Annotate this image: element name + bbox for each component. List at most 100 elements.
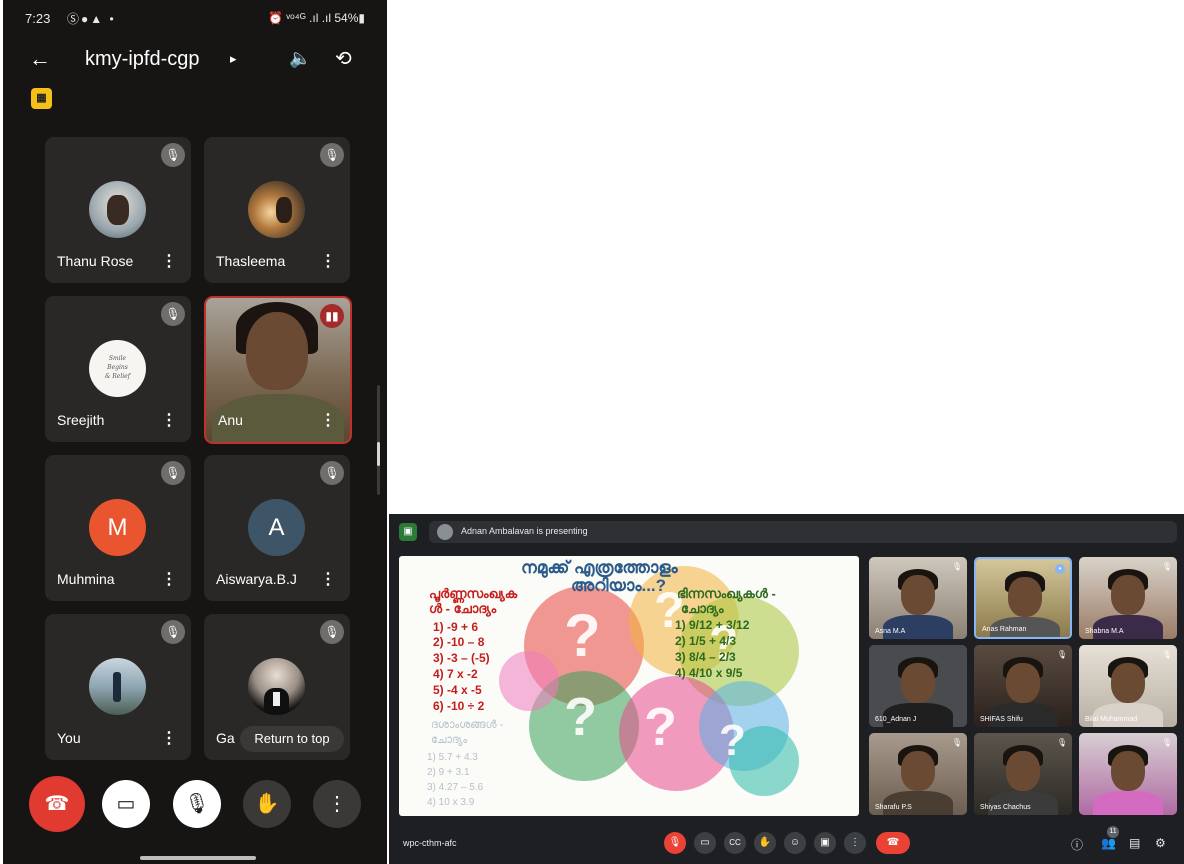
speaking-indicator-icon: ▮▮ <box>320 304 344 328</box>
phone-meet-screen: 7:23 Ⓢ●▲ • ⏰ ᵛᵒ⁴ᴳ .ıl .ıl 54%▮ ← kmy-ipf… <box>3 0 387 864</box>
present-button[interactable]: ▣ <box>814 832 836 854</box>
captions-button[interactable]: CC <box>724 832 746 854</box>
info-icon[interactable]: ⓘ <box>1071 836 1083 853</box>
speaker-icon[interactable]: 🔈 <box>289 48 311 69</box>
participant-tile[interactable]: 🎙 Smile Begins & Relief Sreejith ⋮ <box>45 296 191 442</box>
mic-toggle-button[interactable]: 🎙 <box>664 832 686 854</box>
right-question: 4) 4/10 x 9/5 <box>675 666 743 680</box>
presentation-slide: ? ? ? ? ? ? നമുക്ക് എത്രത്തോളം അറിയാം...… <box>399 556 859 816</box>
more-options-icon[interactable]: ⋮ <box>161 569 177 589</box>
video-tile[interactable]: 🎙 Shiyas Chachus <box>974 733 1072 815</box>
scrollbar-track[interactable] <box>377 385 380 495</box>
presenting-text: Adnan Ambalavan is presenting <box>461 526 588 536</box>
more-options-button[interactable]: ⋮ <box>313 780 361 828</box>
more-options-icon[interactable]: ⋮ <box>161 410 177 430</box>
back-arrow-icon[interactable]: ← <box>29 46 51 72</box>
video-tile-name: 610_Adnan J <box>875 716 917 723</box>
mic-off-icon: 🎙 <box>320 143 344 167</box>
meeting-code: wpc-cthm-afc <box>403 838 457 848</box>
presenter-avatar <box>437 524 453 540</box>
status-bar: 7:23 Ⓢ●▲ • ⏰ ᵛᵒ⁴ᴳ .ıl .ıl 54%▮ <box>3 0 387 34</box>
left-question: 1) -9 + 6 <box>433 620 479 634</box>
meet-top-bar: ▣ Adnan Ambalavan is presenting <box>389 514 1184 550</box>
video-tile[interactable]: 🎙 Bilal Muhammad <box>1079 645 1177 727</box>
participant-tile[interactable]: 🎙 Thasleema ⋮ <box>204 137 350 283</box>
return-to-top-button[interactable]: Return to top <box>240 726 344 752</box>
participant-tile[interactable]: 🎙 A Aiswarya.B.J ⋮ <box>204 455 350 601</box>
faded-question: 1) 5.7 + 4.3 <box>427 752 478 763</box>
more-options-icon[interactable]: ⋮ <box>161 251 177 271</box>
faded-heading-line2: ചോദ്യം <box>431 734 468 746</box>
right-question: 3) 8/4 – 2/3 <box>675 650 736 664</box>
more-options-icon[interactable]: ⋮ <box>320 410 336 430</box>
reactions-button[interactable]: ☺ <box>784 832 806 854</box>
video-tile-name: SHIFAS Shifu <box>980 716 1023 723</box>
chat-icon[interactable]: ▤ <box>1129 836 1140 850</box>
status-right-icons: ⏰ ᵛᵒ⁴ᴳ .ıl .ıl 54%▮ <box>267 11 365 25</box>
recording-badge-icon[interactable]: ▦ <box>31 88 52 109</box>
video-tile[interactable]: 🎙 SHIFAS Shifu <box>974 645 1072 727</box>
mic-off-icon: 🎙 <box>1056 650 1067 659</box>
left-heading-line1: പൂർണ്ണസംഖ്യക <box>429 586 518 601</box>
camera-toggle-button[interactable]: ▭ <box>694 832 716 854</box>
video-tile[interactable]: 🎙 Sharafu P.S <box>869 733 967 815</box>
mic-off-icon: 🎙 <box>320 620 344 644</box>
avatar <box>89 658 146 715</box>
raise-hand-button[interactable]: ✋ <box>243 780 291 828</box>
left-question: 3) -3 – (-5) <box>433 651 490 665</box>
more-options-button[interactable]: ⋮ <box>844 832 866 854</box>
question-mark-icon: ? <box>564 602 601 669</box>
meet-control-bar: wpc-cthm-afc 🎙 ▭ CC ✋ ☺ ▣ ⋮ ☎ ⓘ 11 👥 ▤ ⚙ <box>389 824 1184 864</box>
participant-tile-self[interactable]: 🎙 You ⋮ <box>45 614 191 760</box>
participant-name: Ga <box>216 730 235 746</box>
leave-call-button[interactable]: ☎ <box>876 832 910 854</box>
right-question: 1) 9/12 + 3/12 <box>675 618 750 632</box>
raise-hand-button[interactable]: ✋ <box>754 832 776 854</box>
video-tile[interactable]: 🎙 <box>1079 733 1177 815</box>
switch-camera-icon[interactable]: ⟲ <box>335 46 352 71</box>
left-question: 5) -4 x -5 <box>433 683 482 697</box>
mic-off-icon: 🎙 <box>951 738 962 747</box>
camera-off-button[interactable]: ▭ <box>102 780 150 828</box>
participant-name: Aiswarya.B.J <box>216 571 297 587</box>
mic-off-icon: 🎙 <box>1161 562 1172 571</box>
end-call-button[interactable]: ☎ <box>29 776 85 832</box>
more-options-icon[interactable]: ⋮ <box>320 251 336 271</box>
participant-tile[interactable]: 🎙 Thanu Rose ⋮ <box>45 137 191 283</box>
participant-tile-speaking[interactable]: ▮▮ Anu ⋮ <box>204 296 352 444</box>
video-tile-speaking[interactable]: • Anas Rahman <box>974 557 1072 639</box>
video-tile[interactable]: 🎙 Asna M.A <box>869 557 967 639</box>
mic-off-button[interactable]: 🎙 <box>173 780 221 828</box>
left-heading-line2: ൾ - ചോദ്യം <box>429 601 497 616</box>
mic-off-icon: 🎙 <box>320 461 344 485</box>
avatar <box>89 181 146 238</box>
laptop-meet-screen: ▣ Adnan Ambalavan is presenting ? ? ? ? … <box>389 514 1184 864</box>
right-question: 2) 1/5 + 4/3 <box>675 634 737 648</box>
scrollbar-thumb[interactable] <box>377 442 380 466</box>
meeting-title[interactable]: kmy-ipfd-cgp <box>85 48 199 71</box>
chevron-right-icon[interactable]: ▸ <box>230 51 237 67</box>
participant-name: Anu <box>218 412 243 428</box>
left-question: 2) -10 – 8 <box>433 635 485 649</box>
mic-off-icon: 🎙 <box>161 620 185 644</box>
avatar: A <box>248 499 305 556</box>
participant-tile[interactable]: 🎙 M Muhmina ⋮ <box>45 455 191 601</box>
status-notification-icons: Ⓢ●▲ • <box>67 12 116 26</box>
mic-off-icon: 🎙 <box>1161 650 1172 659</box>
mic-off-icon: 🎙 <box>951 562 962 571</box>
mic-off-icon: 🎙 <box>1161 738 1172 747</box>
more-options-icon[interactable]: ⋮ <box>161 728 177 748</box>
slide-title-line2: അറിയാം...? <box>571 576 667 595</box>
people-icon[interactable]: 👥 <box>1101 836 1116 850</box>
more-options-icon[interactable]: ⋮ <box>320 569 336 589</box>
question-mark-icon: ? <box>564 687 597 747</box>
avatar-text: Smile Begins & Relief <box>105 355 130 380</box>
video-tile[interactable]: 🎙 Shabna M.A <box>1079 557 1177 639</box>
video-tile[interactable]: 610_Adnan J <box>869 645 967 727</box>
activities-icon[interactable]: ⚙ <box>1155 836 1166 850</box>
faded-question: 3) 4.27 – 5.6 <box>427 782 484 793</box>
avatar: Smile Begins & Relief <box>89 340 146 397</box>
left-question: 6) -10 ÷ 2 <box>433 699 485 713</box>
faded-heading-line1: ദശാംശങ്ങൾ - <box>431 719 504 731</box>
gesture-nav-bar[interactable] <box>140 856 256 860</box>
